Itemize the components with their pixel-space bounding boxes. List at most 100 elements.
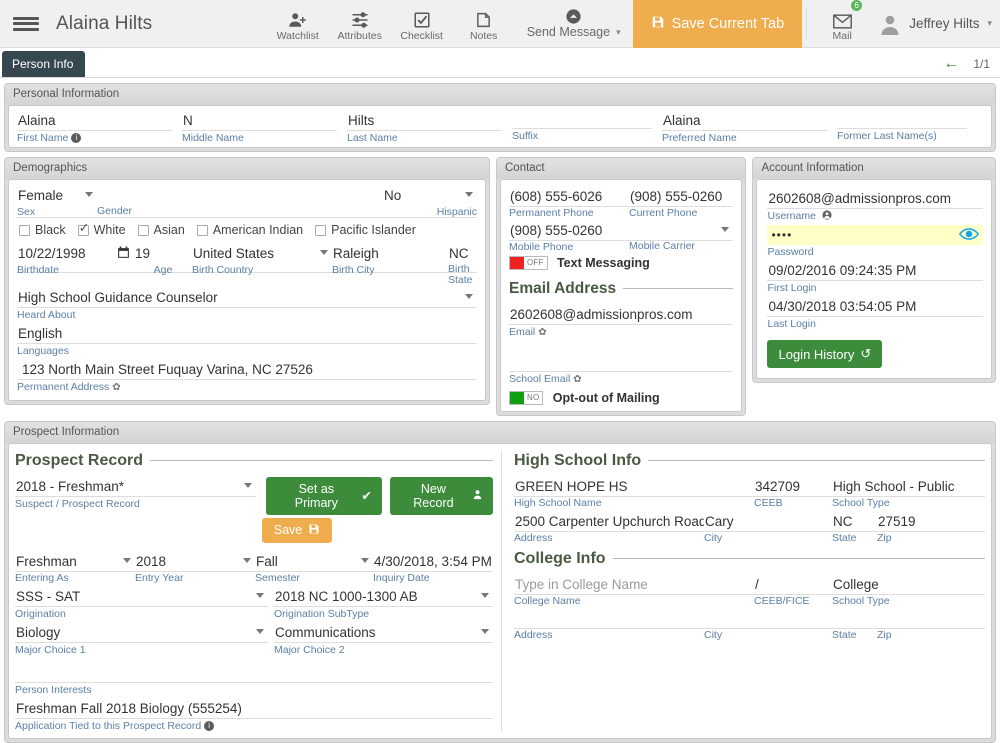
- checkbox-icon[interactable]: [197, 225, 208, 236]
- username-field[interactable]: 2602608@admissionpros.com Username: [767, 188, 983, 222]
- suffix-field[interactable]: Suffix: [512, 110, 662, 144]
- send-message-button[interactable]: Send Message ▾: [515, 0, 633, 47]
- permanent-address-field[interactable]: 123 North Main Street Fuquay Varina, NC …: [17, 359, 477, 394]
- college-name-field[interactable]: Type in College Name College Name: [514, 574, 754, 607]
- text-messaging-toggle[interactable]: OFF: [509, 256, 548, 270]
- college-state-field[interactable]: State: [832, 609, 877, 641]
- race-checkbox-american-indian[interactable]: American Indian: [197, 223, 313, 237]
- college-zip-field[interactable]: Zip: [877, 609, 985, 641]
- save-current-tab-button[interactable]: Save Current Tab: [633, 0, 803, 48]
- chevron-down-icon[interactable]: [243, 558, 251, 563]
- permanent-phone-field[interactable]: (608) 555-6026 Permanent Phone: [509, 186, 619, 219]
- chevron-down-icon[interactable]: [256, 593, 264, 598]
- chevron-down-icon[interactable]: [256, 629, 264, 634]
- mobile-carrier-field[interactable]: Mobile Carrier: [619, 220, 733, 253]
- high-school-address-field[interactable]: 2500 Carpenter Upchurch Road Address: [514, 511, 704, 544]
- origination-label: Origination: [15, 607, 268, 620]
- mobile-phone-field[interactable]: (908) 555-0260 Mobile Phone: [509, 220, 619, 253]
- chevron-down-icon[interactable]: [361, 558, 369, 563]
- chevron-down-icon[interactable]: [244, 483, 252, 488]
- birthdate-field[interactable]: 10/22/1998 Birthdate: [17, 243, 117, 286]
- birth-city-field[interactable]: Raleigh Birth City: [332, 243, 448, 286]
- checkbox-icon[interactable]: [315, 225, 326, 236]
- info-icon[interactable]: i: [204, 721, 214, 731]
- password-field[interactable]: •••• Password: [767, 225, 983, 258]
- save-button[interactable]: Save: [262, 518, 333, 543]
- chevron-down-icon[interactable]: [721, 227, 729, 232]
- checklist-button[interactable]: Checklist: [391, 0, 453, 47]
- entering-as-field[interactable]: Freshman Entering As: [15, 551, 135, 584]
- high-school-ceeb-field[interactable]: 342709 CEEB: [754, 476, 832, 509]
- checkbox-checked-icon[interactable]: [78, 225, 89, 236]
- school-email-field[interactable]: School Email✿: [509, 353, 733, 386]
- opt-out-toggle[interactable]: NO: [509, 391, 543, 405]
- semester-field[interactable]: Fall Semester: [255, 551, 373, 584]
- sex-field[interactable]: Female Sex: [17, 185, 97, 218]
- info-icon[interactable]: i: [71, 133, 81, 143]
- envelope-icon: [833, 8, 852, 29]
- person-interests-field[interactable]: Person Interests: [15, 664, 493, 696]
- watchlist-button[interactable]: Watchlist: [267, 0, 329, 47]
- high-school-state-field[interactable]: NC State: [832, 511, 877, 544]
- gear-icon[interactable]: ✿: [573, 374, 581, 385]
- origination-subtype-field[interactable]: 2018 NC 1000-1300 AB Origination SubType: [268, 586, 493, 620]
- college-ceeb-fice-field[interactable]: / CEEB/FICE: [754, 574, 832, 607]
- chevron-down-icon[interactable]: [465, 294, 473, 299]
- calendar-icon[interactable]: [117, 246, 130, 262]
- major-choice-1-field[interactable]: Biology Major Choice 1: [15, 622, 268, 656]
- languages-field[interactable]: English Languages: [17, 323, 477, 357]
- birth-state-field[interactable]: NC Birth State: [448, 243, 477, 286]
- checkbox-icon[interactable]: [19, 225, 30, 236]
- college-city-field[interactable]: City: [704, 609, 832, 641]
- high-school-type-field[interactable]: High School - Public School Type: [832, 476, 985, 509]
- high-school-city-field[interactable]: Cary City: [704, 511, 832, 544]
- attributes-button[interactable]: Attributes: [329, 0, 391, 47]
- mail-button[interactable]: 6 Mail: [811, 0, 873, 47]
- chevron-down-icon[interactable]: [320, 250, 328, 255]
- middle-name-field[interactable]: N Middle Name: [182, 110, 347, 144]
- former-last-names-field[interactable]: Former Last Name(s): [837, 110, 977, 144]
- chevron-down-icon[interactable]: [481, 593, 489, 598]
- email-field[interactable]: 2602608@admissionpros.com Email✿: [509, 304, 733, 339]
- major-choice-2-field[interactable]: Communications Major Choice 2: [268, 622, 493, 656]
- login-history-button[interactable]: Login History ↺: [767, 340, 882, 368]
- college-address-field[interactable]: Address: [514, 609, 704, 641]
- eye-icon[interactable]: [959, 227, 979, 243]
- high-school-zip-field[interactable]: 27519 Zip: [877, 511, 985, 544]
- first-name-field[interactable]: Alaina First Namei: [17, 110, 182, 144]
- hispanic-field[interactable]: No Hispanic: [383, 185, 477, 218]
- origination-field[interactable]: SSS - SAT Origination: [15, 586, 268, 620]
- last-name-field[interactable]: Hilts Last Name: [347, 110, 512, 144]
- checkbox-icon[interactable]: [138, 225, 149, 236]
- gear-icon[interactable]: ✿: [538, 327, 546, 338]
- college-type-field[interactable]: College School Type: [832, 574, 985, 607]
- suspect-prospect-record-field[interactable]: 2018 - Freshman* Suspect / Prospect Reco…: [15, 476, 256, 515]
- race-checkbox-pacific-islander[interactable]: Pacific Islander: [315, 223, 426, 237]
- tab-person-info[interactable]: Person Info: [2, 51, 85, 77]
- gender-field[interactable]: Gender: [97, 185, 383, 218]
- application-tied-field[interactable]: Freshman Fall 2018 Biology (555254) Appl…: [15, 698, 493, 732]
- chevron-down-icon[interactable]: [481, 629, 489, 634]
- heard-about-field[interactable]: High School Guidance Counselor Heard Abo…: [17, 287, 477, 321]
- race-checkbox-white[interactable]: White: [78, 223, 136, 237]
- password-input[interactable]: ••••: [767, 225, 983, 245]
- set-as-primary-button[interactable]: Set as Primary ✔: [266, 477, 382, 515]
- race-checkbox-black[interactable]: Black: [19, 223, 76, 237]
- chevron-down-icon[interactable]: [465, 192, 473, 197]
- user-circle-icon[interactable]: [822, 210, 832, 222]
- current-phone-field[interactable]: (908) 555-0260 Current Phone: [619, 186, 733, 219]
- hamburger-menu-icon[interactable]: [0, 0, 52, 47]
- notes-button[interactable]: Notes: [453, 0, 515, 47]
- high-school-name-field[interactable]: GREEN HOPE HS High School Name: [514, 476, 754, 509]
- preferred-name-field[interactable]: Alaina Preferred Name: [662, 110, 837, 144]
- entry-year-field[interactable]: 2018 Entry Year: [135, 551, 255, 584]
- user-menu[interactable]: Jeffrey Hilts ▾: [873, 0, 1000, 47]
- gear-icon[interactable]: ✿: [112, 382, 120, 393]
- race-checkbox-asian[interactable]: Asian: [138, 223, 195, 237]
- back-arrow-icon[interactable]: ←: [943, 56, 959, 72]
- demographics-row-1: Female Sex Gender No Hispanic: [17, 185, 477, 218]
- chevron-down-icon[interactable]: [123, 558, 131, 563]
- birth-country-field[interactable]: United States Birth Country: [192, 243, 332, 286]
- new-record-button[interactable]: New Record: [390, 477, 493, 515]
- chevron-down-icon[interactable]: [85, 192, 93, 197]
